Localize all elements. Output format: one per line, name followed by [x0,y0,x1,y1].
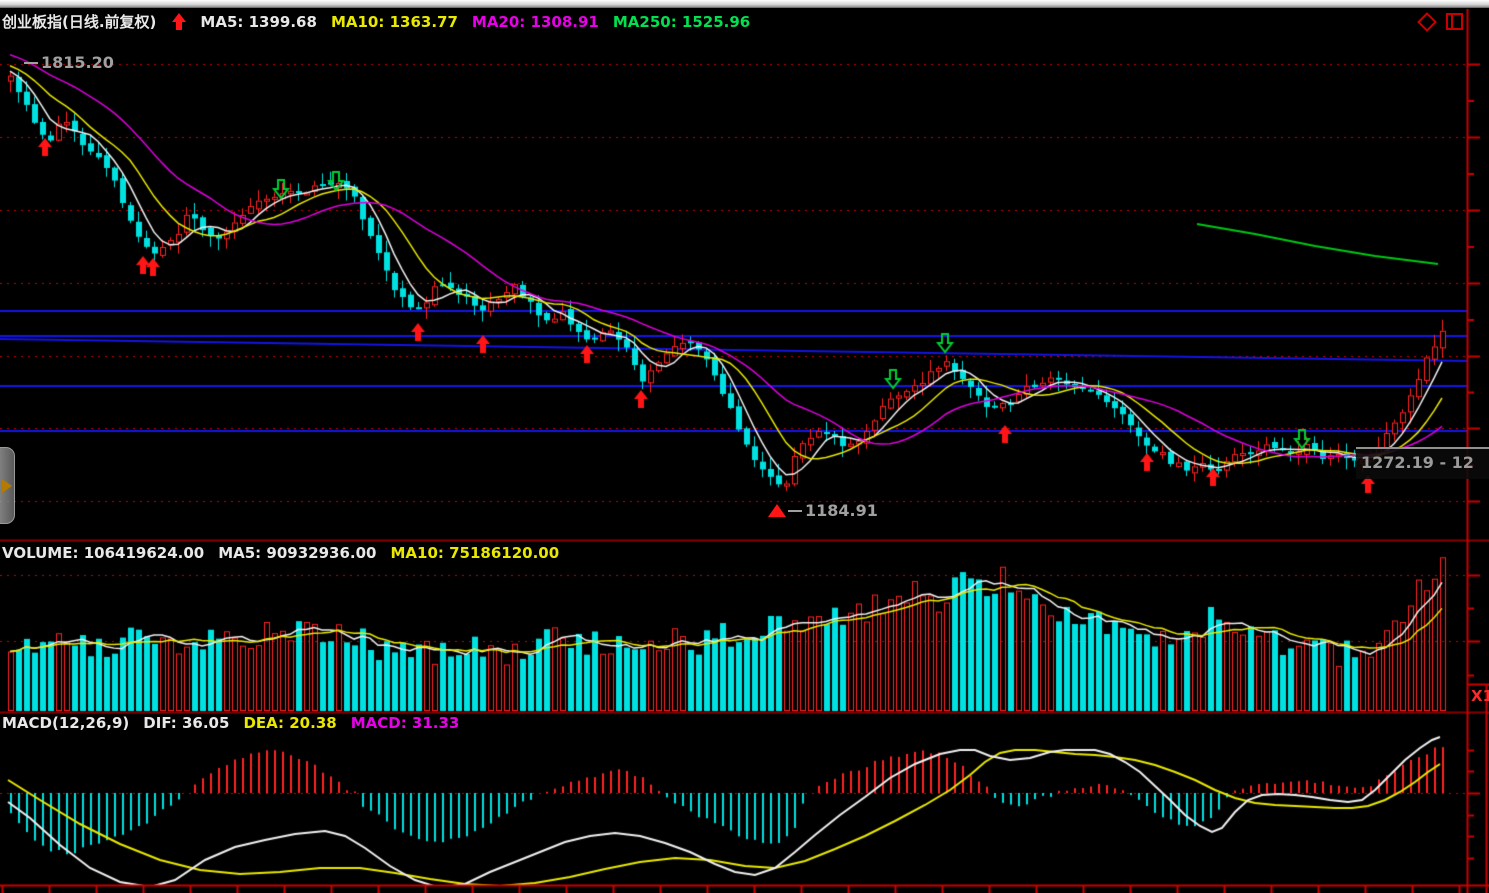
high-label-dash [24,62,38,64]
dea-value: DEA: 20.38 [243,714,336,732]
volume-ma10-value: MA10: 75186120.00 [390,544,559,562]
volume-value: VOLUME: 106419624.00 [2,544,204,562]
trendline-value-tooltip: 1272.19 - 12 [1356,447,1489,479]
split-window-icon[interactable] [1446,13,1463,30]
buy-signal-legend-icon [172,13,186,30]
x-scale-badge: X1 [1471,687,1489,705]
dif-value: DIF: 36.05 [143,714,229,732]
chart-canvas[interactable] [0,0,1489,893]
low-marker-icon [768,504,786,517]
window-top-strip [0,0,1489,8]
volume-ma5-value: MA5: 90932936.00 [218,544,376,562]
chart-title: 创业板指(日线.前复权) [2,11,156,32]
macd-value: MACD: 31.33 [351,714,460,732]
low-price-label: 1184.91 [768,501,878,520]
main-chart-header: 创业板指(日线.前复权) MA5: 1399.68 MA10: 1363.77 … [2,11,764,32]
panel-expand-tab[interactable] [0,447,15,524]
low-label-dash [788,510,802,512]
macd-pane-header: MACD(12,26,9) DIF: 36.05 DEA: 20.38 MACD… [2,714,473,732]
high-price-label: 1815.20 [24,53,114,72]
corner-icons [1420,13,1463,30]
volume-pane-header: VOLUME: 106419624.00 MA5: 90932936.00 MA… [2,544,573,562]
ma20-value: MA20: 1308.91 [472,13,599,31]
ma10-value: MA10: 1363.77 [331,13,458,31]
diamond-icon[interactable] [1417,12,1437,32]
panel-expand-icon [2,479,12,493]
ma5-value: MA5: 1399.68 [200,13,317,31]
macd-name: MACD(12,26,9) [2,714,129,732]
trading-app-window: 创业板指(日线.前复权) MA5: 1399.68 MA10: 1363.77 … [0,0,1489,893]
ma250-value: MA250: 1525.96 [613,13,750,31]
